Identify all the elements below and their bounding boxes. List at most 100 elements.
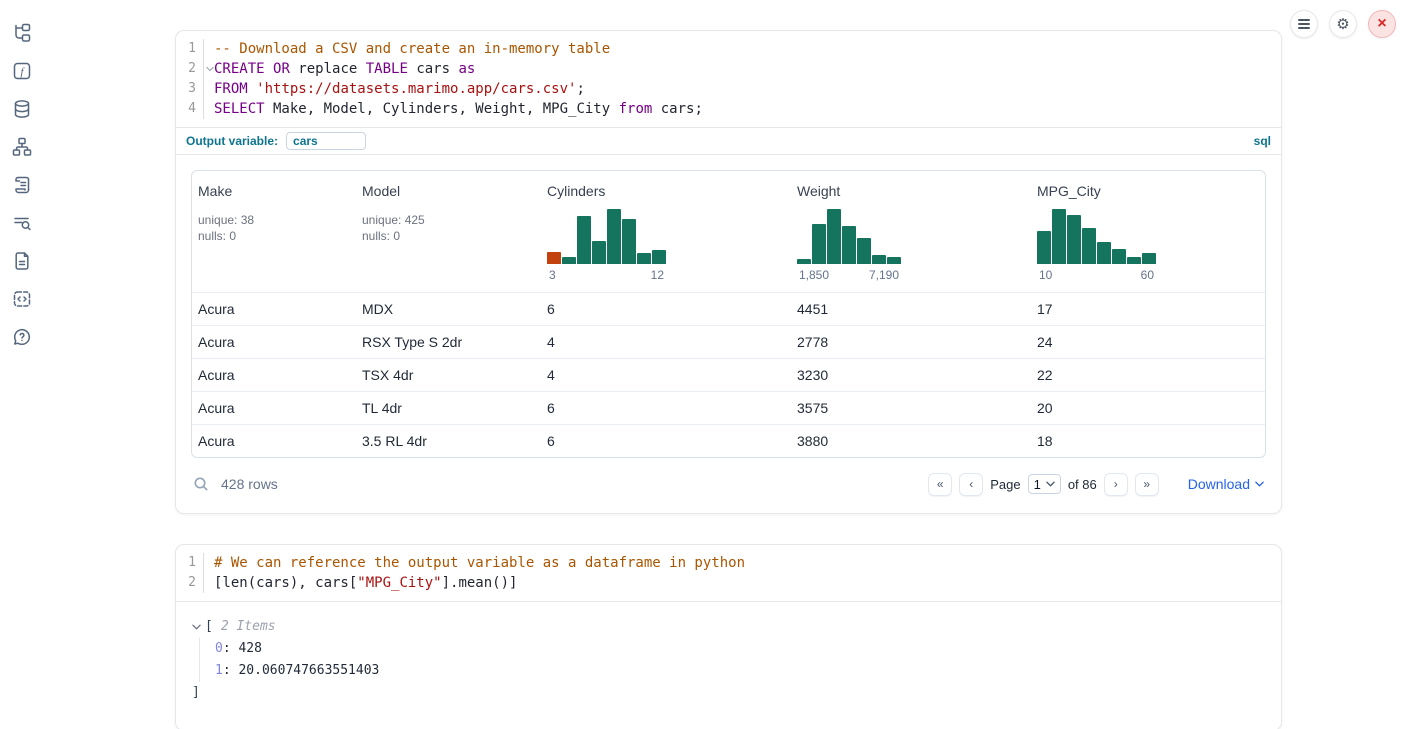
histogram-bar <box>622 219 636 264</box>
column-name[interactable]: MPG_City <box>1037 183 1259 199</box>
function-square-icon[interactable]: f <box>11 60 33 82</box>
sql-output-area: Make unique: 38 nulls: 0 Model unique: 42… <box>176 154 1281 513</box>
code-square-icon[interactable] <box>11 288 33 310</box>
histogram-bar <box>1037 231 1051 264</box>
file-tree-icon[interactable] <box>11 22 33 44</box>
cell-model: TL 4dr <box>356 400 541 416</box>
language-badge[interactable]: sql <box>1254 134 1271 148</box>
settings-gear-icon[interactable]: ⚙ <box>1329 10 1357 38</box>
histogram-bar <box>812 224 826 264</box>
column-stat-unique: unique: 38 <box>198 212 350 228</box>
search-icon[interactable] <box>193 476 209 492</box>
cell-make: Acura <box>192 400 356 416</box>
page-select[interactable]: 1 <box>1028 474 1061 494</box>
hist-max-label: 12 <box>651 268 664 282</box>
open-bracket: [ <box>205 616 213 638</box>
code-line: 2 CREATE OR replace TABLE cars as <box>176 59 1281 79</box>
histogram-bar <box>797 259 811 265</box>
column-name[interactable]: Model <box>362 183 535 199</box>
column-name[interactable]: Cylinders <box>547 183 785 199</box>
code-text: [len(cars), cars["MPG_City"].mean()] <box>204 573 517 593</box>
cell-make: Acura <box>192 334 356 350</box>
database-icon[interactable] <box>11 98 33 120</box>
prev-page-button[interactable]: ‹ <box>959 473 983 496</box>
table-row[interactable]: Acura 3.5 RL 4dr 6 3880 18 <box>192 424 1265 457</box>
page-total-label: of 86 <box>1068 477 1097 492</box>
histogram-mpg-city: 10 60 <box>1037 209 1259 282</box>
list-item: 0: 428 <box>215 638 1265 660</box>
line-number: 4 <box>176 99 204 119</box>
list-search-icon[interactable] <box>11 212 33 234</box>
cell-weight: 3880 <box>791 433 1031 449</box>
cell-model: MDX <box>356 301 541 317</box>
histogram-bar <box>562 257 576 264</box>
document-icon[interactable] <box>11 250 33 272</box>
table-row[interactable]: Acura RSX Type S 2dr 4 2778 24 <box>192 325 1265 358</box>
item-value: 20.060747663551403 <box>238 663 379 678</box>
logs-scroll-icon[interactable] <box>11 174 33 196</box>
cell-make: Acura <box>192 433 356 449</box>
cell-mpg-city: 18 <box>1031 433 1265 449</box>
last-page-button[interactable]: » <box>1135 473 1159 496</box>
histogram-bar <box>1097 242 1111 264</box>
hist-max-label: 7,190 <box>869 268 899 282</box>
dependency-graph-icon[interactable] <box>11 136 33 158</box>
svg-text:f: f <box>20 66 25 78</box>
histogram-bar <box>872 255 886 264</box>
sql-code-editor[interactable]: 1 -- Download a CSV and create an in-mem… <box>176 31 1281 127</box>
item-value: 428 <box>238 641 261 656</box>
line-number: 1 <box>176 39 204 59</box>
histogram-bar <box>842 226 856 265</box>
hist-min-label: 10 <box>1039 268 1052 282</box>
line-number: 2 <box>188 61 196 76</box>
cell-model: TSX 4dr <box>356 367 541 383</box>
data-table: Make unique: 38 nulls: 0 Model unique: 42… <box>191 170 1266 458</box>
hist-max-label: 60 <box>1141 268 1154 282</box>
column-stat-unique: unique: 425 <box>362 212 535 228</box>
column-name[interactable]: Weight <box>797 183 1025 199</box>
cell-weight: 3575 <box>791 400 1031 416</box>
histogram-weight: 1,850 7,190 <box>797 209 1025 282</box>
item-key: 0 <box>215 641 223 656</box>
column-name[interactable]: Make <box>198 183 350 199</box>
next-page-button[interactable]: › <box>1104 473 1128 496</box>
histogram-bar <box>1082 228 1096 264</box>
download-button[interactable]: Download <box>1188 476 1264 492</box>
cell-make: Acura <box>192 301 356 317</box>
table-header-row: Make unique: 38 nulls: 0 Model unique: 42… <box>192 171 1265 292</box>
column-stat-nulls: nulls: 0 <box>362 228 535 244</box>
column-header-mpg-city: MPG_City 10 60 <box>1031 183 1265 282</box>
cell-weight: 4451 <box>791 301 1031 317</box>
table-row[interactable]: Acura TL 4dr 6 3575 20 <box>192 391 1265 424</box>
chevron-down-icon <box>1046 481 1055 487</box>
collapse-chevron-icon[interactable] <box>192 624 201 630</box>
histogram-bar <box>652 250 666 264</box>
shutdown-close-icon[interactable]: × <box>1368 10 1396 38</box>
list-item: 1: 20.060747663551403 <box>215 660 1265 682</box>
cell-mpg-city: 22 <box>1031 367 1265 383</box>
cell-cylinders: 4 <box>541 334 791 350</box>
output-variable-input[interactable] <box>286 132 366 150</box>
cell-mpg-city: 17 <box>1031 301 1265 317</box>
help-bubble-icon[interactable] <box>11 326 33 348</box>
table-row[interactable]: Acura MDX 6 4451 17 <box>192 292 1265 325</box>
notebook-area: 1 -- Download a CSV and create an in-mem… <box>175 30 1282 729</box>
code-line: 4 SELECT Make, Model, Cylinders, Weight,… <box>176 99 1281 119</box>
histogram-bar <box>637 253 651 264</box>
histogram-bar <box>577 216 591 264</box>
code-line: 2 [len(cars), cars["MPG_City"].mean()] <box>176 573 1281 593</box>
table-row[interactable]: Acura TSX 4dr 4 3230 22 <box>192 358 1265 391</box>
cell-cylinders: 6 <box>541 433 791 449</box>
column-header-weight: Weight 1,850 7,190 <box>791 183 1031 282</box>
histogram-bar <box>1052 209 1066 264</box>
python-code-editor[interactable]: 1 # We can reference the output variable… <box>176 545 1281 601</box>
cell-model: 3.5 RL 4dr <box>356 433 541 449</box>
cell-model: RSX Type S 2dr <box>356 334 541 350</box>
cell-cylinders: 4 <box>541 367 791 383</box>
close-bracket: ] <box>192 682 1265 704</box>
histogram-cylinders: 3 12 <box>547 209 785 282</box>
list-entries: 0: 428 1: 20.060747663551403 <box>199 638 1265 682</box>
menu-icon[interactable] <box>1290 10 1318 38</box>
fold-chevron-icon[interactable] <box>206 66 214 72</box>
first-page-button[interactable]: « <box>928 473 952 496</box>
